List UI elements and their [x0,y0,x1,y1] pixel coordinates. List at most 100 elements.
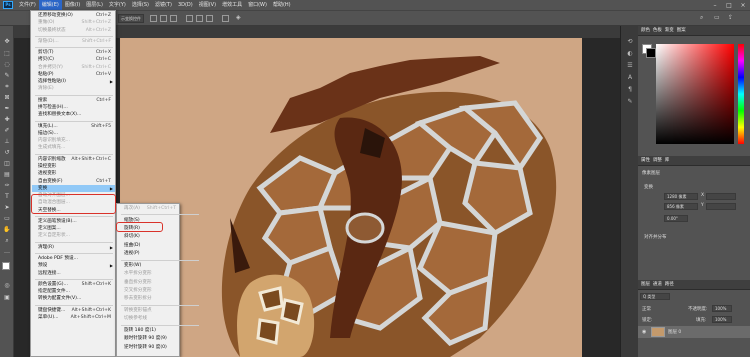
height-field[interactable]: 856 像素 [664,203,698,210]
close-button[interactable]: × [736,2,750,9]
menu-filter[interactable]: 滤镜(T) [152,0,175,10]
search-icon[interactable]: ⌕ [700,14,708,22]
menu-item-粘贴[interactable]: 粘贴(P) Ctrl+V [32,71,115,78]
menu-item-指定配置文件[interactable]: 指定配置文件... [32,288,115,295]
healing-brush-tool-icon[interactable]: ✚ [3,116,11,124]
panel-background-swatch[interactable] [646,48,656,58]
3d-mode-icon[interactable]: ◈ [236,14,244,22]
zoom-tool-icon[interactable]: ⌕ [3,237,11,245]
menu-item-预设[interactable]: 预设 ▶ [32,262,115,269]
history-panel-icon[interactable]: ⟲ [626,38,634,46]
foreground-color-swatch[interactable] [2,262,10,270]
layer-row[interactable]: ◉ 图层 0 [638,326,750,338]
quick-mask-icon[interactable]: ◎ [3,282,11,290]
align-bottom-icon[interactable] [206,15,213,22]
fill-field[interactable]: 100% [712,316,732,323]
properties-panel-icon[interactable]: ◐ [626,50,634,58]
tab-layers[interactable]: 图层 [641,282,650,287]
hand-tool-icon[interactable]: ✋ [3,226,11,234]
menu-item-变换[interactable]: 变换 ▶ [32,184,115,192]
menu-item-搜索[interactable]: 搜索 Ctrl+F [32,97,115,104]
tab-properties[interactable]: 属性 [641,158,650,163]
menu-item-清理[interactable]: 清理(R) ▶ [32,244,115,251]
menu-item-键盘快捷键[interactable]: 键盘快捷键... Alt+Shift+Ctrl+K [32,307,115,314]
eraser-tool-icon[interactable]: ◫ [3,160,11,168]
menu-item-透视[interactable]: 透视(P) [118,250,180,258]
share-icon[interactable]: ⇪ [728,14,736,22]
menu-item-内容识别缩放[interactable]: 内容识别缩放 Alt+Shift+Ctrl+C [32,156,115,163]
menu-item-拷贝[interactable]: 拷贝(C) Ctrl+C [32,56,115,63]
gradient-tool-icon[interactable]: ▤ [3,171,11,179]
pen-tool-icon[interactable]: ✑ [3,182,11,190]
menu-item-扭曲[interactable]: 扭曲(D) [118,242,180,250]
show-transform-controls-label[interactable]: 示变换控件 [118,14,144,23]
workspace-icon[interactable]: ▭ [714,14,722,22]
width-field[interactable]: 1280 像素 [664,193,698,200]
frame-tool-icon[interactable]: ⊠ [3,94,11,102]
menu-layer[interactable]: 图层(L) [83,0,106,10]
menu-item-剪切[interactable]: 剪切(T) Ctrl+X [32,49,115,56]
history-brush-tool-icon[interactable]: ↺ [3,149,11,157]
x-field[interactable] [706,193,736,200]
menu-item-填充[interactable]: 填充(L)... Shift+F5 [32,123,115,130]
brush-settings-icon[interactable]: ✎ [626,98,634,106]
layer-name[interactable]: 图层 0 [668,329,681,335]
visibility-eye-icon[interactable]: ◉ [642,329,646,335]
marquee-tool-icon[interactable]: ⬚ [3,50,11,58]
adjustments-panel-icon[interactable]: ☰ [626,62,634,70]
menu-window[interactable]: 窗口(W) [245,0,270,10]
menu-plugins[interactable]: 增效工具 [219,0,245,10]
paragraph-panel-icon[interactable]: ¶ [626,86,634,94]
blend-mode-select[interactable]: 正常 [642,306,651,312]
menu-view[interactable]: 视图(V) [196,0,219,10]
align-right-icon[interactable] [170,15,177,22]
menu-help[interactable]: 帮助(H) [270,0,294,10]
menu-item-斜切[interactable]: 斜切(K) [118,233,180,241]
menu-item-旋转-180-度[interactable]: 旋转 180 度(1) [118,327,180,335]
minimize-button[interactable]: – [708,2,722,9]
more-tools-icon[interactable]: … [3,248,11,256]
menu-item-菜单[interactable]: 菜单(U)... Alt+Shift+Ctrl+M [32,314,115,321]
quick-select-tool-icon[interactable]: ✎ [3,72,11,80]
menu-3d[interactable]: 3D(D) [175,0,196,10]
screen-mode-icon[interactable]: ▣ [3,294,11,302]
menu-item-自由变换[interactable]: 自由变换(F) Ctrl+T [32,178,115,185]
type-tool-icon[interactable]: T [3,193,11,201]
tab-channels[interactable]: 通道 [653,282,662,287]
align-left-icon[interactable] [150,15,157,22]
tab-color[interactable]: 颜色 [641,28,650,33]
menu-file[interactable]: 文件(F) [16,0,39,10]
eyedropper-tool-icon[interactable]: ✒ [3,105,11,113]
menu-item-逆时针旋转-90-度[interactable]: 逆时针旋转 90 度(0) [118,344,180,352]
menu-item-定义图案[interactable]: 定义图案... [32,225,115,232]
opacity-field[interactable]: 100% [712,305,732,312]
rectangle-tool-icon[interactable]: ▭ [3,215,11,223]
align-middle-icon[interactable] [196,15,203,22]
path-select-tool-icon[interactable]: ➤ [3,204,11,212]
menu-item-顺时针旋转-90-度[interactable]: 顺时针旋转 90 度(9) [118,335,180,343]
lasso-tool-icon[interactable]: ◌ [3,61,11,69]
more-options-icon[interactable] [222,15,229,22]
layer-kind-filter[interactable]: Q 类型 [640,293,670,300]
maximize-button[interactable]: □ [722,2,736,9]
align-center-icon[interactable] [160,15,167,22]
crop-tool-icon[interactable]: ⌗ [3,83,11,91]
character-panel-icon[interactable]: A [626,74,634,82]
hue-slider[interactable] [738,44,744,144]
menu-edit[interactable]: 编辑(E) [38,0,62,10]
menu-item-查找和替换文本[interactable]: 查找和替换文本(X)... [32,111,115,118]
tab-swatches[interactable]: 色板 [653,28,662,33]
menu-type[interactable]: 文字(Y) [106,0,129,10]
align-top-icon[interactable] [186,15,193,22]
menu-select[interactable]: 选择(S) [129,0,152,10]
y-field[interactable] [706,203,736,210]
menu-image[interactable]: 图像(I) [62,0,83,10]
tab-patterns[interactable]: 图案 [677,28,686,33]
menu-item-定义画笔预设[interactable]: 定义画笔预设(B)... [32,218,115,225]
tab-gradients[interactable]: 渐变 [665,28,674,33]
menu-item-选择性粘贴[interactable]: 选择性粘贴(I) ▶ [32,78,115,85]
menu-item-转换为配置文件[interactable]: 转换为配置文件(V)... [32,295,115,302]
clone-stamp-tool-icon[interactable]: ⊥ [3,138,11,146]
brush-tool-icon[interactable]: ✐ [3,127,11,135]
menu-item-颜色设置[interactable]: 颜色设置(G)... Shift+Ctrl+K [32,281,115,288]
